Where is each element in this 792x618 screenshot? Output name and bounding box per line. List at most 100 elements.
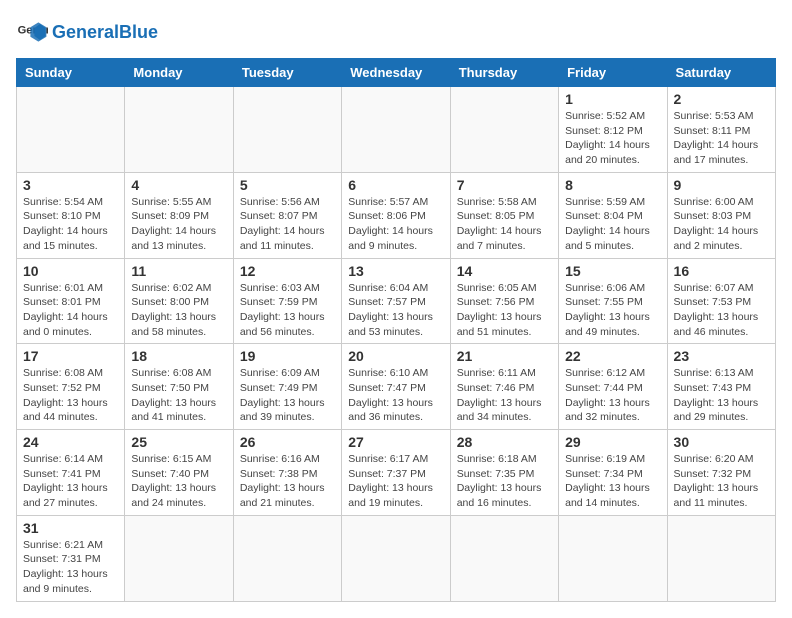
calendar-cell: 18Sunrise: 6:08 AM Sunset: 7:50 PM Dayli… (125, 344, 233, 430)
calendar-table: SundayMondayTuesdayWednesdayThursdayFrid… (16, 58, 776, 602)
day-info: Sunrise: 5:55 AM Sunset: 8:09 PM Dayligh… (131, 195, 226, 254)
day-number: 16 (674, 263, 769, 279)
day-info: Sunrise: 6:15 AM Sunset: 7:40 PM Dayligh… (131, 452, 226, 511)
day-number: 1 (565, 91, 660, 107)
day-number: 11 (131, 263, 226, 279)
day-number: 8 (565, 177, 660, 193)
day-info: Sunrise: 5:53 AM Sunset: 8:11 PM Dayligh… (674, 109, 769, 168)
day-number: 9 (674, 177, 769, 193)
day-info: Sunrise: 6:08 AM Sunset: 7:52 PM Dayligh… (23, 366, 118, 425)
calendar-week-0: 1 Sunrise: 5:52 AM Sunset: 8:12 PM Daylig… (17, 87, 776, 173)
day-info: Sunrise: 6:13 AM Sunset: 7:43 PM Dayligh… (674, 366, 769, 425)
calendar-week-2: 10 Sunrise: 6:01 AM Sunset: 8:01 PM Dayli… (17, 258, 776, 344)
day-info: Sunrise: 5:54 AM Sunset: 8:10 PM Dayligh… (23, 195, 118, 254)
calendar-cell: 2Sunrise: 5:53 AM Sunset: 8:11 PM Daylig… (667, 87, 775, 173)
day-number: 6 (348, 177, 443, 193)
day-info: Sunrise: 6:11 AM Sunset: 7:46 PM Dayligh… (457, 366, 552, 425)
calendar-cell: 15 Sunrise: 6:06 AM Sunset: 7:55 PM Dayli… (559, 258, 667, 344)
day-number: 29 (565, 434, 660, 450)
day-number: 15 (565, 263, 660, 279)
calendar-cell (667, 515, 775, 601)
day-number: 20 (348, 348, 443, 364)
calendar-cell: 6 Sunrise: 5:57 AM Sunset: 8:06 PM Daylig… (342, 172, 450, 258)
calendar-cell: 28Sunrise: 6:18 AM Sunset: 7:35 PM Dayli… (450, 430, 558, 516)
day-info: Sunrise: 5:56 AM Sunset: 8:07 PM Dayligh… (240, 195, 335, 254)
day-number: 22 (565, 348, 660, 364)
day-info: Sunrise: 6:19 AM Sunset: 7:34 PM Dayligh… (565, 452, 660, 511)
calendar-cell: 9 Sunrise: 6:00 AM Sunset: 8:03 PM Daylig… (667, 172, 775, 258)
calendar-cell: 12Sunrise: 6:03 AM Sunset: 7:59 PM Dayli… (233, 258, 341, 344)
calendar-cell: 14Sunrise: 6:05 AM Sunset: 7:56 PM Dayli… (450, 258, 558, 344)
calendar-cell: 20 Sunrise: 6:10 AM Sunset: 7:47 PM Dayli… (342, 344, 450, 430)
day-info: Sunrise: 6:14 AM Sunset: 7:41 PM Dayligh… (23, 452, 118, 511)
day-info: Sunrise: 6:01 AM Sunset: 8:01 PM Dayligh… (23, 281, 118, 340)
day-info: Sunrise: 6:10 AM Sunset: 7:47 PM Dayligh… (348, 366, 443, 425)
calendar-cell: 30Sunrise: 6:20 AM Sunset: 7:32 PM Dayli… (667, 430, 775, 516)
calendar-cell: 26Sunrise: 6:16 AM Sunset: 7:38 PM Dayli… (233, 430, 341, 516)
calendar-cell (342, 87, 450, 173)
day-number: 24 (23, 434, 118, 450)
calendar-cell: 1 Sunrise: 5:52 AM Sunset: 8:12 PM Daylig… (559, 87, 667, 173)
calendar-cell: 16 Sunrise: 6:07 AM Sunset: 7:53 PM Dayli… (667, 258, 775, 344)
calendar-week-1: 3 Sunrise: 5:54 AM Sunset: 8:10 PM Daylig… (17, 172, 776, 258)
day-header-monday: Monday (125, 59, 233, 87)
logo-icon: General (16, 16, 48, 48)
calendar-cell: 5 Sunrise: 5:56 AM Sunset: 8:07 PM Daylig… (233, 172, 341, 258)
day-number: 12 (240, 263, 335, 279)
day-info: Sunrise: 5:52 AM Sunset: 8:12 PM Dayligh… (565, 109, 660, 168)
day-header-tuesday: Tuesday (233, 59, 341, 87)
calendar-cell: 10 Sunrise: 6:01 AM Sunset: 8:01 PM Dayli… (17, 258, 125, 344)
day-number: 28 (457, 434, 552, 450)
calendar-cell (125, 515, 233, 601)
day-info: Sunrise: 5:57 AM Sunset: 8:06 PM Dayligh… (348, 195, 443, 254)
calendar-cell: 21 Sunrise: 6:11 AM Sunset: 7:46 PM Dayli… (450, 344, 558, 430)
day-number: 25 (131, 434, 226, 450)
calendar-cell: 8Sunrise: 5:59 AM Sunset: 8:04 PM Daylig… (559, 172, 667, 258)
calendar-cell: 4 Sunrise: 5:55 AM Sunset: 8:09 PM Daylig… (125, 172, 233, 258)
calendar-cell: 25 Sunrise: 6:15 AM Sunset: 7:40 PM Dayli… (125, 430, 233, 516)
day-number: 7 (457, 177, 552, 193)
calendar-cell: 3 Sunrise: 5:54 AM Sunset: 8:10 PM Daylig… (17, 172, 125, 258)
calendar-cell (342, 515, 450, 601)
calendar-cell: 31Sunrise: 6:21 AM Sunset: 7:31 PM Dayli… (17, 515, 125, 601)
calendar-cell: 19Sunrise: 6:09 AM Sunset: 7:49 PM Dayli… (233, 344, 341, 430)
calendar-cell: 13 Sunrise: 6:04 AM Sunset: 7:57 PM Dayli… (342, 258, 450, 344)
calendar-cell (233, 515, 341, 601)
calendar-cell: 29 Sunrise: 6:19 AM Sunset: 7:34 PM Dayli… (559, 430, 667, 516)
day-number: 21 (457, 348, 552, 364)
day-info: Sunrise: 6:12 AM Sunset: 7:44 PM Dayligh… (565, 366, 660, 425)
calendar-cell: 27Sunrise: 6:17 AM Sunset: 7:37 PM Dayli… (342, 430, 450, 516)
day-number: 27 (348, 434, 443, 450)
day-info: Sunrise: 6:09 AM Sunset: 7:49 PM Dayligh… (240, 366, 335, 425)
day-info: Sunrise: 6:05 AM Sunset: 7:56 PM Dayligh… (457, 281, 552, 340)
day-number: 10 (23, 263, 118, 279)
calendar-cell: 11Sunrise: 6:02 AM Sunset: 8:00 PM Dayli… (125, 258, 233, 344)
day-number: 3 (23, 177, 118, 193)
day-header-thursday: Thursday (450, 59, 558, 87)
day-info: Sunrise: 6:16 AM Sunset: 7:38 PM Dayligh… (240, 452, 335, 511)
day-header-friday: Friday (559, 59, 667, 87)
day-header-saturday: Saturday (667, 59, 775, 87)
header: General GeneralBlue (16, 16, 776, 48)
day-info: Sunrise: 6:00 AM Sunset: 8:03 PM Dayligh… (674, 195, 769, 254)
calendar-cell (559, 515, 667, 601)
day-header-sunday: Sunday (17, 59, 125, 87)
day-number: 5 (240, 177, 335, 193)
calendar-cell (17, 87, 125, 173)
day-number: 17 (23, 348, 118, 364)
calendar-cell: 22 Sunrise: 6:12 AM Sunset: 7:44 PM Dayli… (559, 344, 667, 430)
day-info: Sunrise: 6:04 AM Sunset: 7:57 PM Dayligh… (348, 281, 443, 340)
day-number: 30 (674, 434, 769, 450)
calendar-body: 1 Sunrise: 5:52 AM Sunset: 8:12 PM Daylig… (17, 87, 776, 602)
day-info: Sunrise: 6:06 AM Sunset: 7:55 PM Dayligh… (565, 281, 660, 340)
day-number: 13 (348, 263, 443, 279)
day-number: 23 (674, 348, 769, 364)
calendar-week-5: 31Sunrise: 6:21 AM Sunset: 7:31 PM Dayli… (17, 515, 776, 601)
calendar-cell (450, 87, 558, 173)
calendar-cell: 17 Sunrise: 6:08 AM Sunset: 7:52 PM Dayli… (17, 344, 125, 430)
day-info: Sunrise: 6:07 AM Sunset: 7:53 PM Dayligh… (674, 281, 769, 340)
day-number: 4 (131, 177, 226, 193)
calendar-cell: 7 Sunrise: 5:58 AM Sunset: 8:05 PM Daylig… (450, 172, 558, 258)
day-info: Sunrise: 5:58 AM Sunset: 8:05 PM Dayligh… (457, 195, 552, 254)
calendar-header-row: SundayMondayTuesdayWednesdayThursdayFrid… (17, 59, 776, 87)
